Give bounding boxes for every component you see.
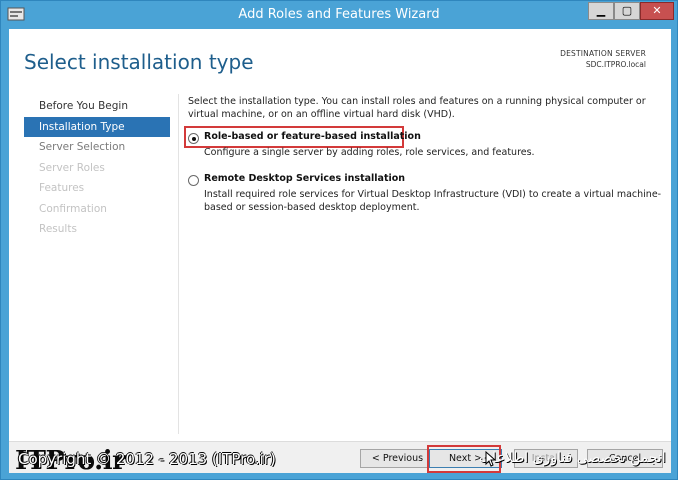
title-bar[interactable]: Add Roles and Features Wizard ▁ ▢ ✕ — [1, 1, 677, 29]
wizard-nav: Before You Begin Installation Type Serve… — [24, 96, 170, 240]
page-title: Select installation type — [24, 50, 254, 74]
destination-server-label: DESTINATION SERVER — [560, 49, 646, 58]
wizard-window: Add Roles and Features Wizard ▁ ▢ ✕ Sele… — [0, 0, 678, 480]
wizard-client-area: Select installation type DESTINATION SER… — [9, 29, 671, 441]
wizard-footer: ITPro.ir Copyright © 2012 - 2013 (ITPro.… — [9, 441, 671, 476]
nav-item-installation-type[interactable]: Installation Type — [24, 116, 170, 137]
minimize-button[interactable]: ▁ — [588, 2, 614, 20]
previous-button[interactable]: < Previous — [360, 449, 435, 468]
nav-item-features: Features — [39, 182, 85, 194]
mouse-pointer-icon — [485, 451, 497, 467]
option-remote-desktop[interactable]: Remote Desktop Services installation Ins… — [188, 173, 664, 217]
maximize-button[interactable]: ▢ — [614, 2, 640, 20]
nav-item-server-roles: Server Roles — [39, 161, 105, 174]
radio-remote-desktop[interactable] — [188, 175, 199, 186]
main-content: Select the installation type. You can in… — [184, 95, 664, 213]
option-role-based-label[interactable]: Role-based or feature-based installation — [204, 131, 421, 142]
destination-server-value: SDC.ITPRO.local — [585, 60, 646, 69]
nav-divider — [178, 94, 179, 434]
nav-item-server-selection[interactable]: Server Selection — [24, 137, 170, 157]
nav-item-results: Results — [39, 223, 77, 235]
option-role-based[interactable]: Role-based or feature-based installation… — [188, 131, 664, 161]
radio-selected-dot — [191, 136, 196, 141]
intro-text: Select the installation type. You can in… — [188, 96, 646, 120]
option-remote-desktop-description: Install required role services for Virtu… — [204, 189, 662, 213]
window-title: Add Roles and Features Wizard — [238, 7, 440, 22]
persian-watermark: انجمن تخصصی فناوری اطلاعات — [479, 450, 666, 466]
nav-item-before-you-begin[interactable]: Before You Begin — [24, 96, 170, 116]
copyright-watermark: Copyright © 2012 - 2013 (ITPro.ir) — [18, 450, 276, 468]
close-button[interactable]: ✕ — [640, 2, 674, 20]
radio-role-based[interactable] — [188, 133, 199, 144]
option-remote-desktop-label[interactable]: Remote Desktop Services installation — [204, 173, 405, 184]
option-role-based-description: Configure a single server by adding role… — [204, 147, 535, 158]
nav-item-confirmation: Confirmation — [39, 202, 107, 215]
